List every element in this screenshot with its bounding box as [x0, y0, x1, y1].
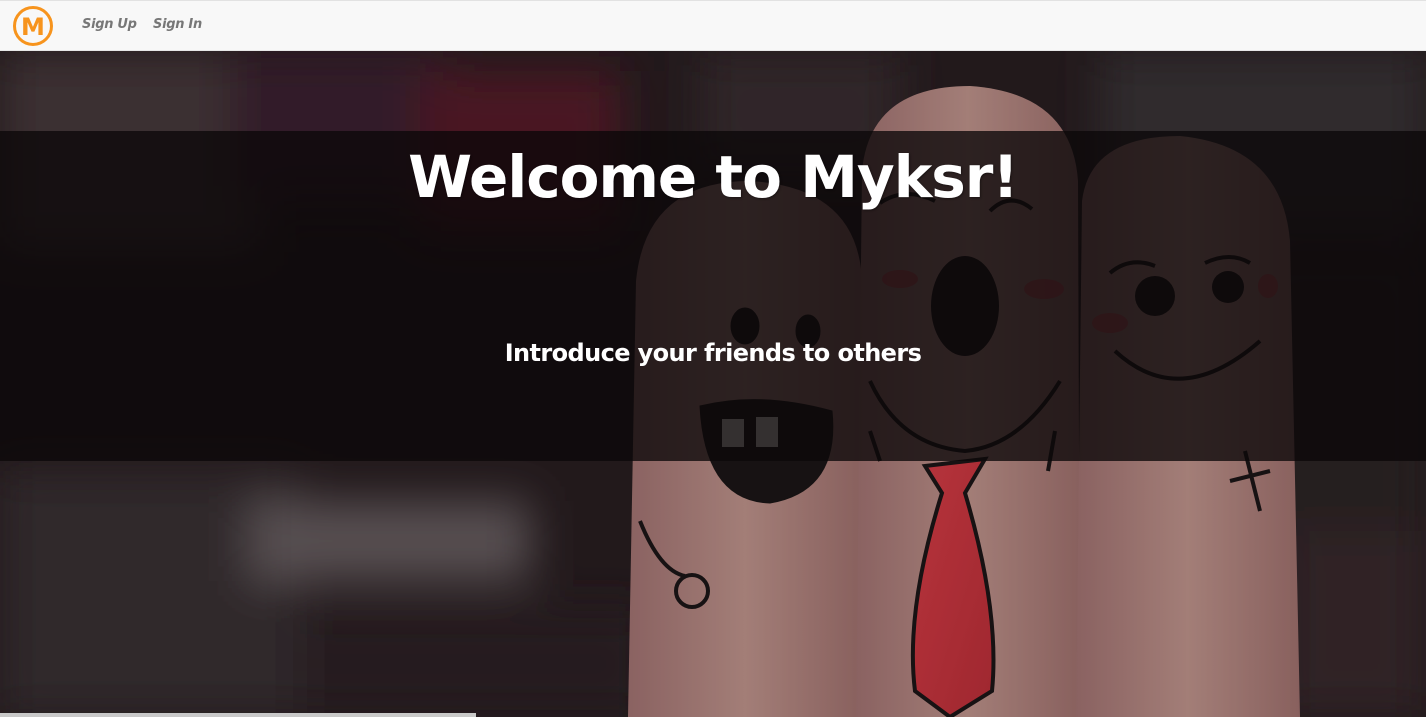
sign-up-link[interactable]: Sign Up	[82, 17, 137, 32]
horizontal-scrollbar[interactable]	[0, 713, 476, 717]
hero-subheadline: Introduce your friends to others	[504, 339, 922, 367]
myksr-logo-icon[interactable]: M	[12, 5, 54, 47]
top-navbar: M Sign Up Sign In	[0, 0, 1426, 51]
logo-letter: M	[21, 13, 45, 41]
sign-in-link[interactable]: Sign In	[153, 17, 202, 32]
hero-headline: Welcome to Myksr!	[408, 143, 1019, 211]
